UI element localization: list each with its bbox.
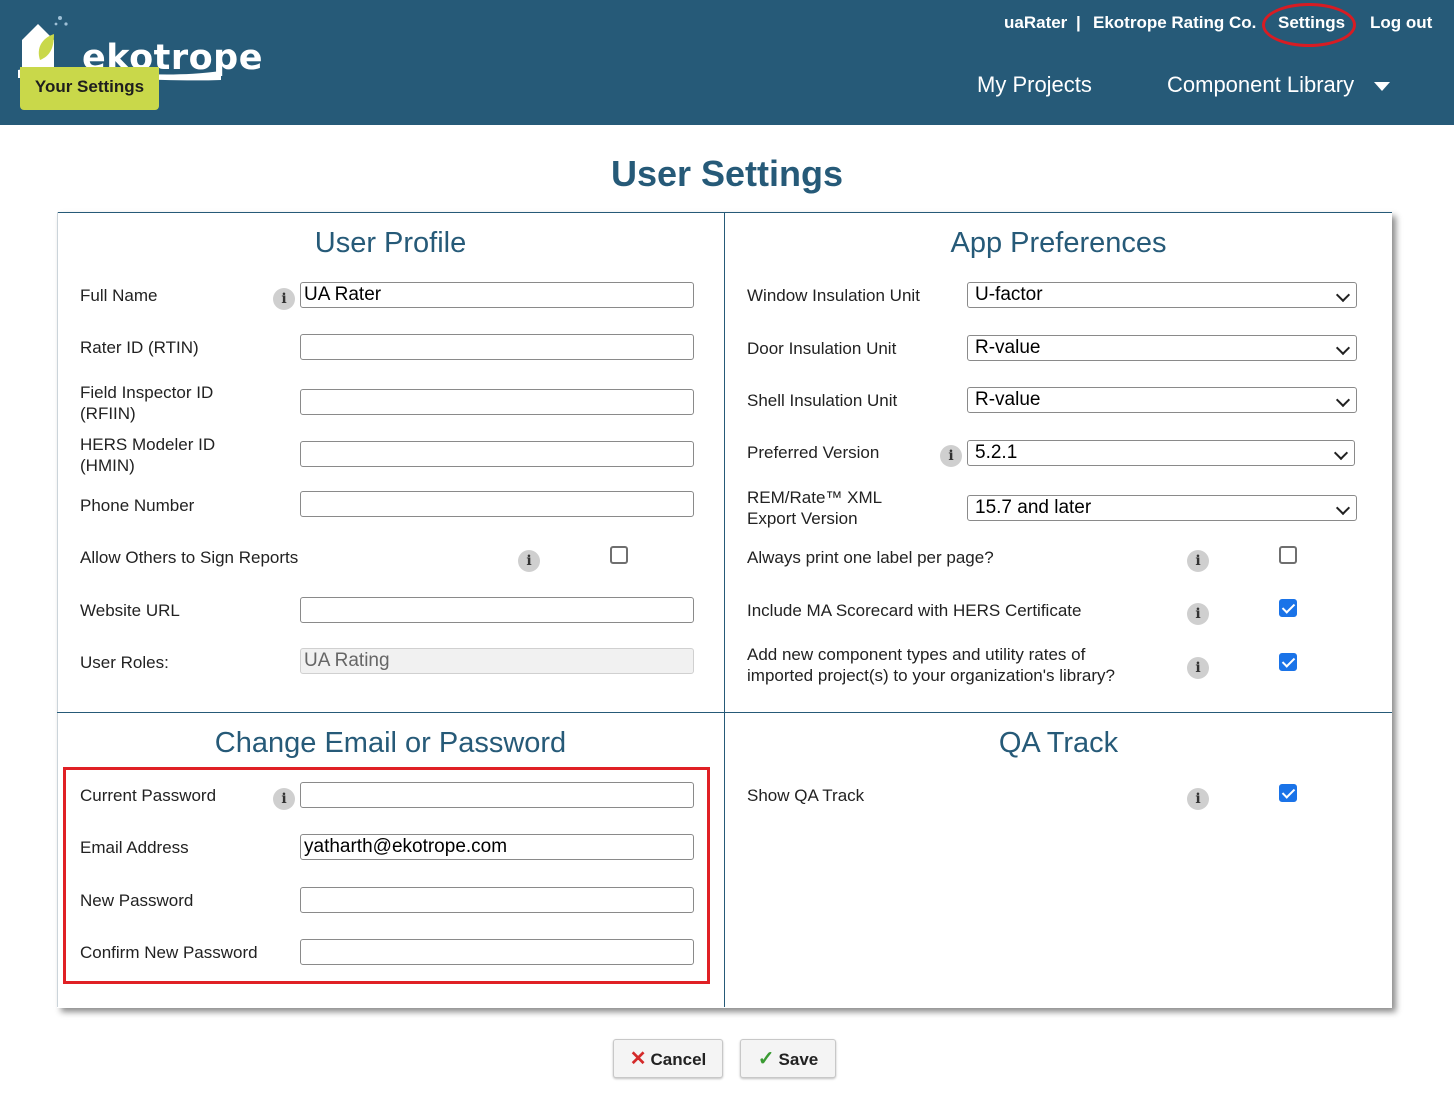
phone-input[interactable] <box>300 491 694 517</box>
label-per-page-label: Always print one label per page? <box>747 548 994 567</box>
field-inspector-label: Field Inspector ID (RFIIN) <box>80 382 213 424</box>
qa-track-title: QA Track <box>998 727 1119 759</box>
add-component-info-icon[interactable]: i <box>1187 657 1209 679</box>
panel-vertical-divider <box>724 212 725 1007</box>
your-settings-tab[interactable]: Your Settings <box>20 67 159 110</box>
remrate-version-select[interactable]: 15.7 and later <box>967 495 1357 521</box>
ma-scorecard-label: Include MA Scorecard with HERS Certifica… <box>747 601 1082 620</box>
nav-my-projects[interactable]: My Projects <box>977 72 1092 98</box>
allow-sign-label: Allow Others to Sign Reports <box>80 548 299 567</box>
change-email-title: Change Email or Password <box>214 727 567 759</box>
x-icon: ✕ <box>629 1048 647 1070</box>
preferred-version-label: Preferred Version <box>747 443 880 462</box>
settings-highlight-circle <box>1262 3 1356 47</box>
logout-link[interactable]: Log out <box>1370 13 1432 33</box>
add-component-label-line1: Add new component types and utility rate… <box>747 645 1086 664</box>
header-separator: | <box>1076 13 1081 32</box>
full-name-info-icon[interactable]: i <box>273 288 295 310</box>
chevron-down-icon <box>1333 445 1349 461</box>
field-inspector-label-line1: Field Inspector ID <box>80 383 214 402</box>
field-inspector-input[interactable] <box>300 389 694 415</box>
label-per-page-info-icon[interactable]: i <box>1187 550 1209 572</box>
window-unit-value: U-factor <box>975 284 1043 305</box>
username-link[interactable]: uaRater <box>1004 13 1067 33</box>
shell-unit-label: Shell Insulation Unit <box>747 391 898 410</box>
window-unit-select[interactable]: U-factor <box>967 282 1357 308</box>
shell-unit-value: R-value <box>975 389 1041 410</box>
cancel-button[interactable]: ✕ Cancel <box>613 1039 723 1078</box>
ma-scorecard-checkbox[interactable] <box>1279 599 1297 617</box>
chevron-down-icon <box>1335 287 1351 303</box>
save-button[interactable]: ✓ Save <box>740 1039 836 1078</box>
full-name-label: Full Name <box>80 286 158 305</box>
hers-modeler-label: HERS Modeler ID (HMIN) <box>80 434 215 476</box>
app-preferences-title: App Preferences <box>950 227 1167 259</box>
hers-modeler-label-line2: (HMIN) <box>80 456 135 475</box>
label-per-page-checkbox[interactable] <box>1279 546 1297 564</box>
user-profile-title: User Profile <box>314 227 467 259</box>
company-link[interactable]: Ekotrope Rating Co. <box>1093 13 1256 33</box>
remrate-version-value: 15.7 and later <box>975 497 1092 518</box>
nav-component-library[interactable]: Component Library <box>1167 72 1391 98</box>
rater-id-label: Rater ID (RTIN) <box>80 338 199 357</box>
panel-horizontal-divider <box>57 712 1392 713</box>
door-unit-value: R-value <box>975 337 1041 358</box>
check-icon: ✓ <box>757 1048 775 1070</box>
caret-down-icon <box>1374 81 1391 91</box>
show-qa-track-checkbox[interactable] <box>1279 784 1297 802</box>
website-input[interactable] <box>300 597 694 623</box>
remrate-label-line1: REM/Rate™ XML <box>747 488 883 507</box>
remrate-label: REM/Rate™ XML Export Version <box>747 487 882 529</box>
preferred-version-select[interactable]: 5.2.1 <box>967 440 1355 466</box>
show-qa-track-info-icon[interactable]: i <box>1187 788 1209 810</box>
add-component-checkbox[interactable] <box>1279 653 1297 671</box>
full-name-input[interactable]: UA Rater <box>300 282 694 308</box>
preferred-version-value: 5.2.1 <box>975 442 1018 463</box>
cancel-label: Cancel <box>650 1050 707 1069</box>
shell-unit-select[interactable]: R-value <box>967 387 1357 413</box>
door-unit-select[interactable]: R-value <box>967 335 1357 361</box>
field-inspector-label-line2: (RFIIN) <box>80 404 136 423</box>
user-roles-label: User Roles: <box>80 653 169 672</box>
add-component-label-line2: imported project(s) to your organization… <box>747 666 1115 685</box>
remrate-label-line2: Export Version <box>747 509 858 528</box>
highlight-box <box>63 767 710 984</box>
hers-modeler-label-line1: HERS Modeler ID <box>80 435 216 454</box>
show-qa-track-label: Show QA Track <box>747 786 865 805</box>
allow-sign-checkbox[interactable] <box>610 546 628 564</box>
panel-left-edge <box>57 212 58 1007</box>
allow-sign-info-icon[interactable]: i <box>518 550 540 572</box>
top-header: ekotrope Your Settings uaRater | Ekotrop… <box>0 0 1454 125</box>
chevron-down-icon <box>1335 392 1351 408</box>
nav-component-library-label: Component Library <box>1167 72 1355 97</box>
ma-scorecard-info-icon[interactable]: i <box>1187 603 1209 625</box>
add-component-label: Add new component types and utility rate… <box>747 644 1115 686</box>
phone-label: Phone Number <box>80 496 195 515</box>
chevron-down-icon <box>1335 500 1351 516</box>
window-unit-label: Window Insulation Unit <box>747 286 920 305</box>
user-roles-field: UA Rating <box>300 648 694 674</box>
hers-modeler-input[interactable] <box>300 441 694 467</box>
chevron-down-icon <box>1335 340 1351 356</box>
page-title: User Settings <box>610 153 844 194</box>
door-unit-label: Door Insulation Unit <box>747 339 897 358</box>
website-label: Website URL <box>80 601 180 620</box>
rater-id-input[interactable] <box>300 334 694 360</box>
preferred-version-info-icon[interactable]: i <box>940 445 962 467</box>
save-label: Save <box>778 1050 819 1069</box>
